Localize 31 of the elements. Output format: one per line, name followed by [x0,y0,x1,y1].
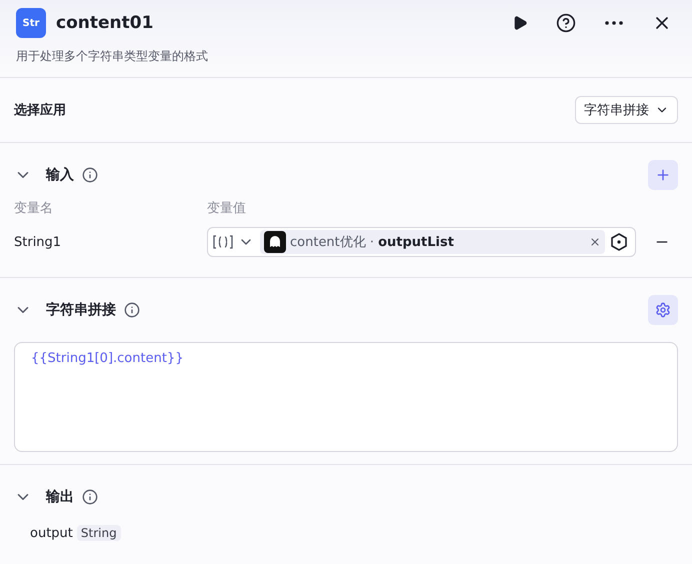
info-icon[interactable] [82,489,98,505]
ghost-icon [264,231,286,253]
more-icon [605,21,623,25]
variable-value-field[interactable]: content优化 · outputList [207,227,636,257]
column-header: 变量值 [207,200,247,217]
settings-icon [655,302,671,318]
node-title: content01 [56,13,154,33]
section-title: 字符串拼接 [46,301,116,319]
source-field: outputList [378,234,454,250]
play-icon [512,15,528,31]
node-description: 用于处理多个字符串类型变量的格式 [16,48,209,65]
variable-name: String1 [14,234,62,250]
help-icon [556,13,576,33]
template-editor[interactable]: {{String1[0].content}} [14,342,678,452]
info-icon[interactable] [124,302,140,318]
app-logo: Str [16,8,46,38]
add-button[interactable] [648,160,678,190]
type-tag: String [76,525,121,541]
column-header: 变量名 [14,200,54,217]
source-node-label: content优化 · [290,234,374,251]
settings-button[interactable] [648,295,678,325]
app-dropdown[interactable]: 字符串拼接 [575,96,678,124]
clear-icon[interactable] [589,236,601,248]
section-title: 输出 [46,488,74,506]
section-title: 输入 [46,166,74,184]
output-name: output [30,526,73,540]
hexagon-icon[interactable] [609,232,629,252]
plus-icon [655,167,671,183]
info-icon[interactable] [82,167,98,183]
brackets-icon [212,234,234,250]
select-app-label: 选择应用 [14,102,67,119]
